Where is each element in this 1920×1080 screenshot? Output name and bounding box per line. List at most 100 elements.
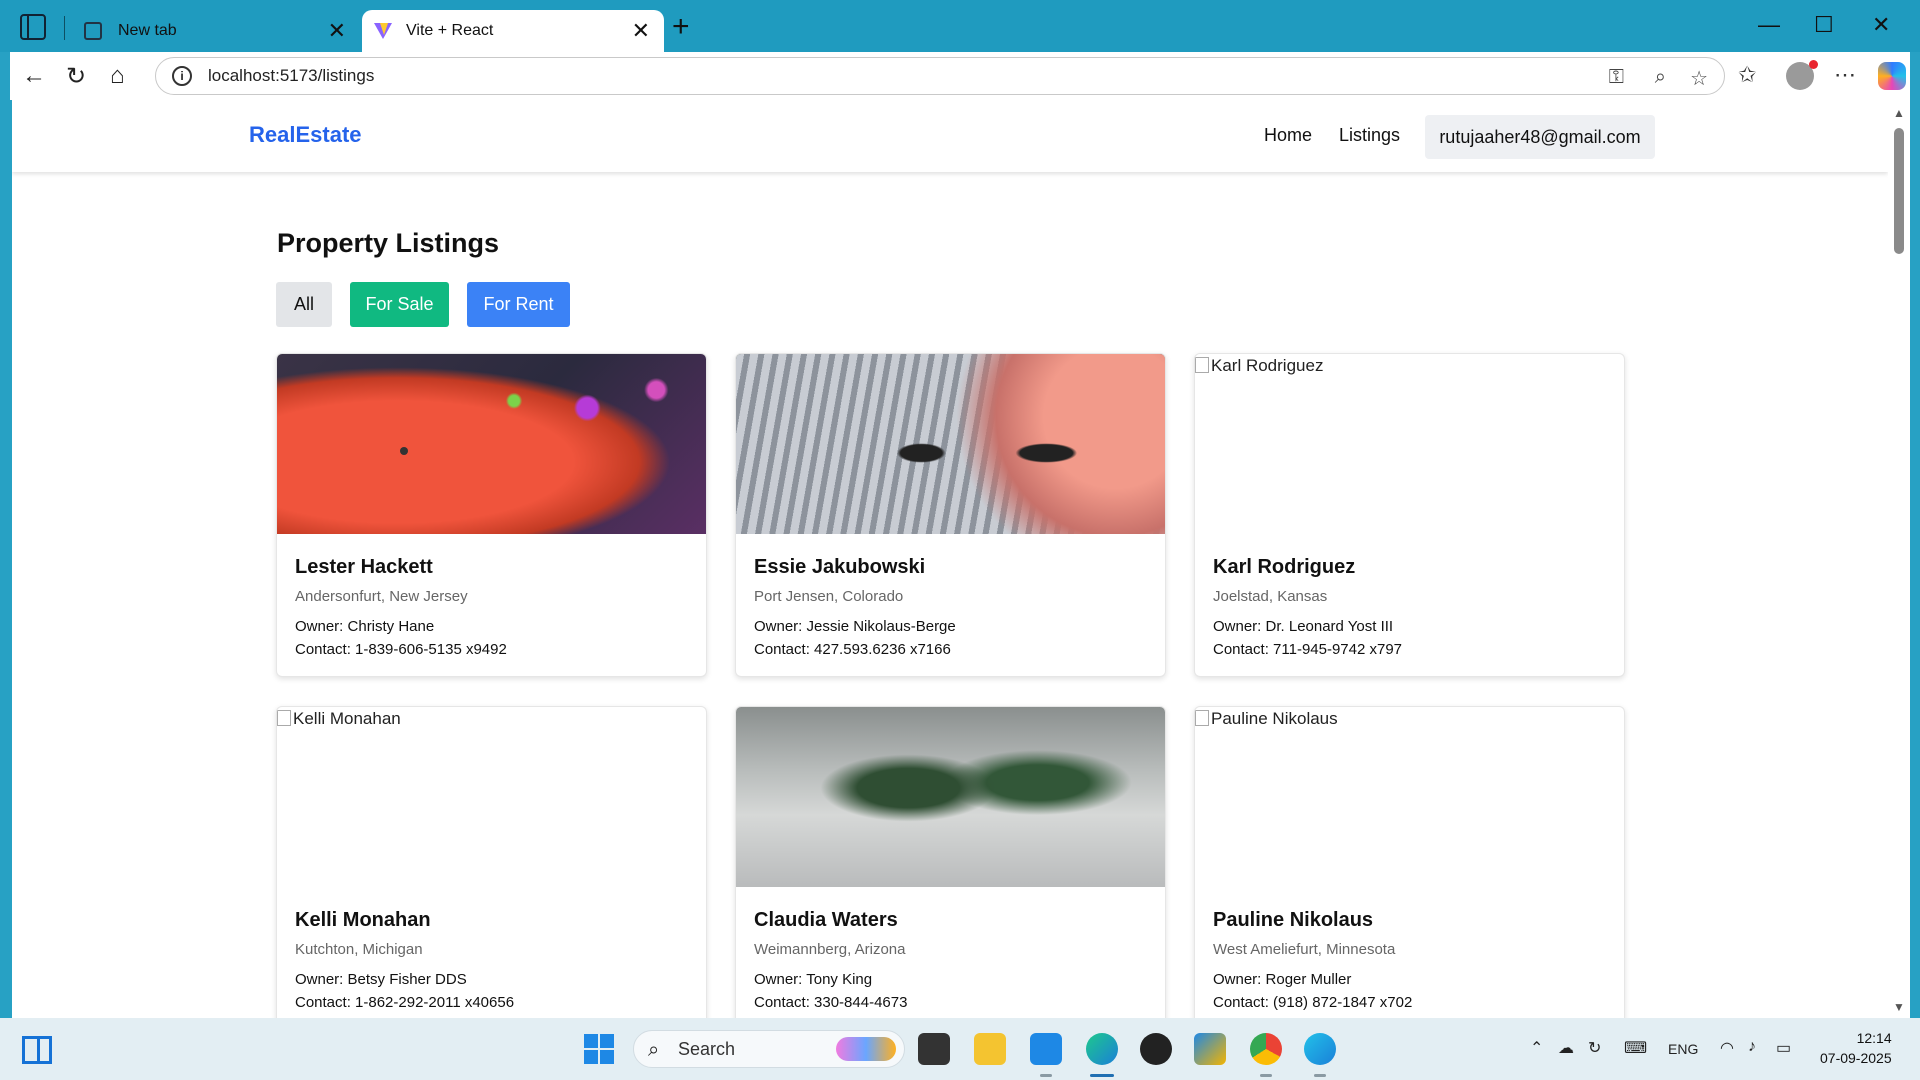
search-highlight-icon: [836, 1037, 896, 1061]
onedrive-cloud-icon[interactable]: ☁: [1558, 1038, 1574, 1058]
filter-for-rent-button[interactable]: For Rent: [467, 282, 570, 327]
favorites-icon[interactable]: ✩: [1738, 62, 1756, 88]
new-tab-button[interactable]: +: [672, 12, 690, 42]
site-info-icon[interactable]: i: [172, 66, 192, 86]
listing-owner: Owner: Betsy Fisher DDS: [295, 971, 467, 988]
battery-icon[interactable]: ▭: [1776, 1038, 1791, 1058]
show-hidden-icons-chevron-icon[interactable]: ⌃: [1530, 1038, 1543, 1058]
nav-home-link[interactable]: Home: [1264, 125, 1312, 146]
listing-card[interactable]: Lester Hackett Andersonfurt, New Jersey …: [276, 353, 707, 677]
image-alt-text: Karl Rodriguez: [1195, 356, 1323, 376]
scroll-down-arrow-icon[interactable]: ▼: [1893, 1000, 1905, 1014]
listing-image: [736, 354, 1165, 534]
listing-card[interactable]: Karl Rodriguez Karl Rodriguez Joelstad, …: [1194, 353, 1625, 677]
tab-title: Vite + React: [406, 22, 494, 39]
listing-contact: Contact: 1-862-292-2011 x40656: [295, 994, 515, 1011]
nav-listings-link[interactable]: Listings: [1339, 125, 1400, 146]
running-indicator: [1314, 1074, 1326, 1077]
listing-name: Karl Rodriguez: [1213, 556, 1356, 578]
windows-taskbar: ⌕ Search ⌃ ☁ ↻ ⌨ ENG ◠ ♪ ▭ 12:14 07-09-2…: [0, 1018, 1920, 1080]
copilot-icon[interactable]: [1878, 62, 1906, 90]
listing-location: Port Jensen, Colorado: [754, 588, 904, 605]
listing-contact: Contact: 330-844-4673: [754, 994, 908, 1011]
new-tab-page-icon: [84, 22, 102, 40]
minimize-icon[interactable]: —: [1758, 12, 1780, 38]
scrollbar-thumb[interactable]: [1894, 128, 1904, 254]
listing-image: [736, 707, 1165, 887]
language-indicator[interactable]: ENG: [1668, 1041, 1698, 1057]
search-label: Search: [678, 1038, 736, 1059]
broken-image-icon: [1195, 357, 1209, 373]
listing-image-broken: Pauline Nikolaus: [1195, 707, 1624, 887]
broken-image-icon: [277, 710, 291, 726]
brand-logo[interactable]: RealEstate: [249, 122, 362, 148]
close-tab-icon[interactable]: ✕: [328, 18, 346, 44]
tab-new-tab[interactable]: New tab ✕: [70, 10, 360, 52]
listing-contact: Contact: (918) 872-1847 x702: [1213, 994, 1413, 1011]
listing-owner: Owner: Tony King: [754, 971, 873, 988]
sidebar-toggle-icon[interactable]: [20, 14, 46, 40]
vscode-icon[interactable]: [1030, 1033, 1062, 1065]
edge-dev-icon[interactable]: [1304, 1033, 1336, 1065]
listing-name: Lester Hackett: [295, 556, 433, 578]
running-indicator: [1040, 1074, 1052, 1077]
user-email-chip[interactable]: rutujaaher48@gmail.com: [1425, 115, 1655, 159]
listing-location: Kutchton, Michigan: [295, 941, 423, 958]
sync-icon[interactable]: ↻: [1588, 1038, 1601, 1058]
password-key-icon[interactable]: ⚿: [1609, 66, 1624, 89]
tab-vite-react[interactable]: Vite + React ✕: [362, 10, 664, 52]
scroll-up-arrow-icon[interactable]: ▲: [1893, 106, 1905, 120]
clock-date: 07-09-2025: [1820, 1050, 1892, 1066]
dell-app-icon[interactable]: [1140, 1033, 1172, 1065]
back-arrow-icon[interactable]: ←: [22, 62, 46, 90]
taskbar-search[interactable]: ⌕ Search: [633, 1030, 905, 1068]
listing-card[interactable]: Pauline Nikolaus Pauline Nikolaus West A…: [1194, 706, 1625, 1018]
edge-browser-icon[interactable]: [1086, 1033, 1118, 1065]
more-options-icon[interactable]: ⋯: [1834, 62, 1856, 88]
tab-title: New tab: [118, 22, 177, 39]
store-icon[interactable]: [1194, 1033, 1226, 1065]
address-bar[interactable]: i localhost:5173/listings ⚿ ⌕ ☆: [155, 57, 1725, 95]
page-scrollbar[interactable]: ▲ ▼: [1888, 100, 1910, 1018]
active-app-indicator: [1090, 1074, 1114, 1077]
chrome-icon[interactable]: [1250, 1033, 1282, 1065]
listing-contact: Contact: 427.593.6236 x7166: [754, 641, 951, 658]
keyboard-icon[interactable]: ⌨: [1624, 1038, 1647, 1058]
reload-icon[interactable]: ↻: [66, 62, 86, 91]
listing-contact: Contact: 711-945-9742 x797: [1213, 641, 1403, 658]
browser-tab-bar: New tab ✕ Vite + React ✕ + — ☐ ✕: [0, 0, 1920, 52]
vite-logo-icon: [374, 22, 392, 40]
filter-all-button[interactable]: All: [276, 282, 332, 327]
filter-for-sale-button[interactable]: For Sale: [350, 282, 449, 327]
site-navbar: RealEstate Home Listings rutujaaher48@gm…: [12, 100, 1888, 172]
listing-owner: Owner: Dr. Leonard Yost III: [1213, 618, 1394, 635]
close-window-icon[interactable]: ✕: [1872, 12, 1890, 38]
favorite-star-icon[interactable]: ☆: [1690, 66, 1708, 91]
listing-name: Pauline Nikolaus: [1213, 909, 1374, 931]
broken-image-icon: [1195, 710, 1209, 726]
page-viewport: RealEstate Home Listings rutujaaher48@gm…: [12, 100, 1888, 1018]
wifi-icon[interactable]: ◠: [1720, 1038, 1734, 1058]
taskbar-clock[interactable]: 12:14 07-09-2025: [1820, 1028, 1892, 1068]
volume-icon[interactable]: ♪: [1748, 1038, 1756, 1056]
zoom-icon[interactable]: ⌕: [1655, 66, 1666, 89]
widgets-icon[interactable]: [22, 1036, 52, 1064]
clock-time: 12:14: [1856, 1030, 1892, 1046]
image-alt-text: Kelli Monahan: [277, 709, 401, 729]
start-button-windows-icon[interactable]: [584, 1034, 614, 1064]
listing-name: Kelli Monahan: [295, 909, 431, 931]
listing-card[interactable]: Claudia Waters Weimannberg, Arizona Owne…: [735, 706, 1166, 1018]
profile-avatar[interactable]: [1786, 60, 1818, 90]
tab-divider: [64, 16, 65, 40]
listing-card[interactable]: Kelli Monahan Kelli Monahan Kutchton, Mi…: [276, 706, 707, 1018]
file-manager-app-icon[interactable]: [918, 1033, 950, 1065]
browser-toolbar: ← ↻ ⌂ i localhost:5173/listings ⚿ ⌕ ☆ ✩ …: [10, 52, 1910, 100]
home-icon[interactable]: ⌂: [110, 62, 125, 90]
listing-owner: Owner: Roger Muller: [1213, 971, 1352, 988]
maximize-icon[interactable]: ☐: [1814, 12, 1834, 38]
listing-card[interactable]: Essie Jakubowski Port Jensen, Colorado O…: [735, 353, 1166, 677]
file-explorer-icon[interactable]: [974, 1033, 1006, 1065]
listing-owner: Owner: Jessie Nikolaus-Berge: [754, 618, 956, 635]
page-title: Property Listings: [277, 228, 500, 258]
close-tab-icon[interactable]: ✕: [632, 18, 650, 44]
